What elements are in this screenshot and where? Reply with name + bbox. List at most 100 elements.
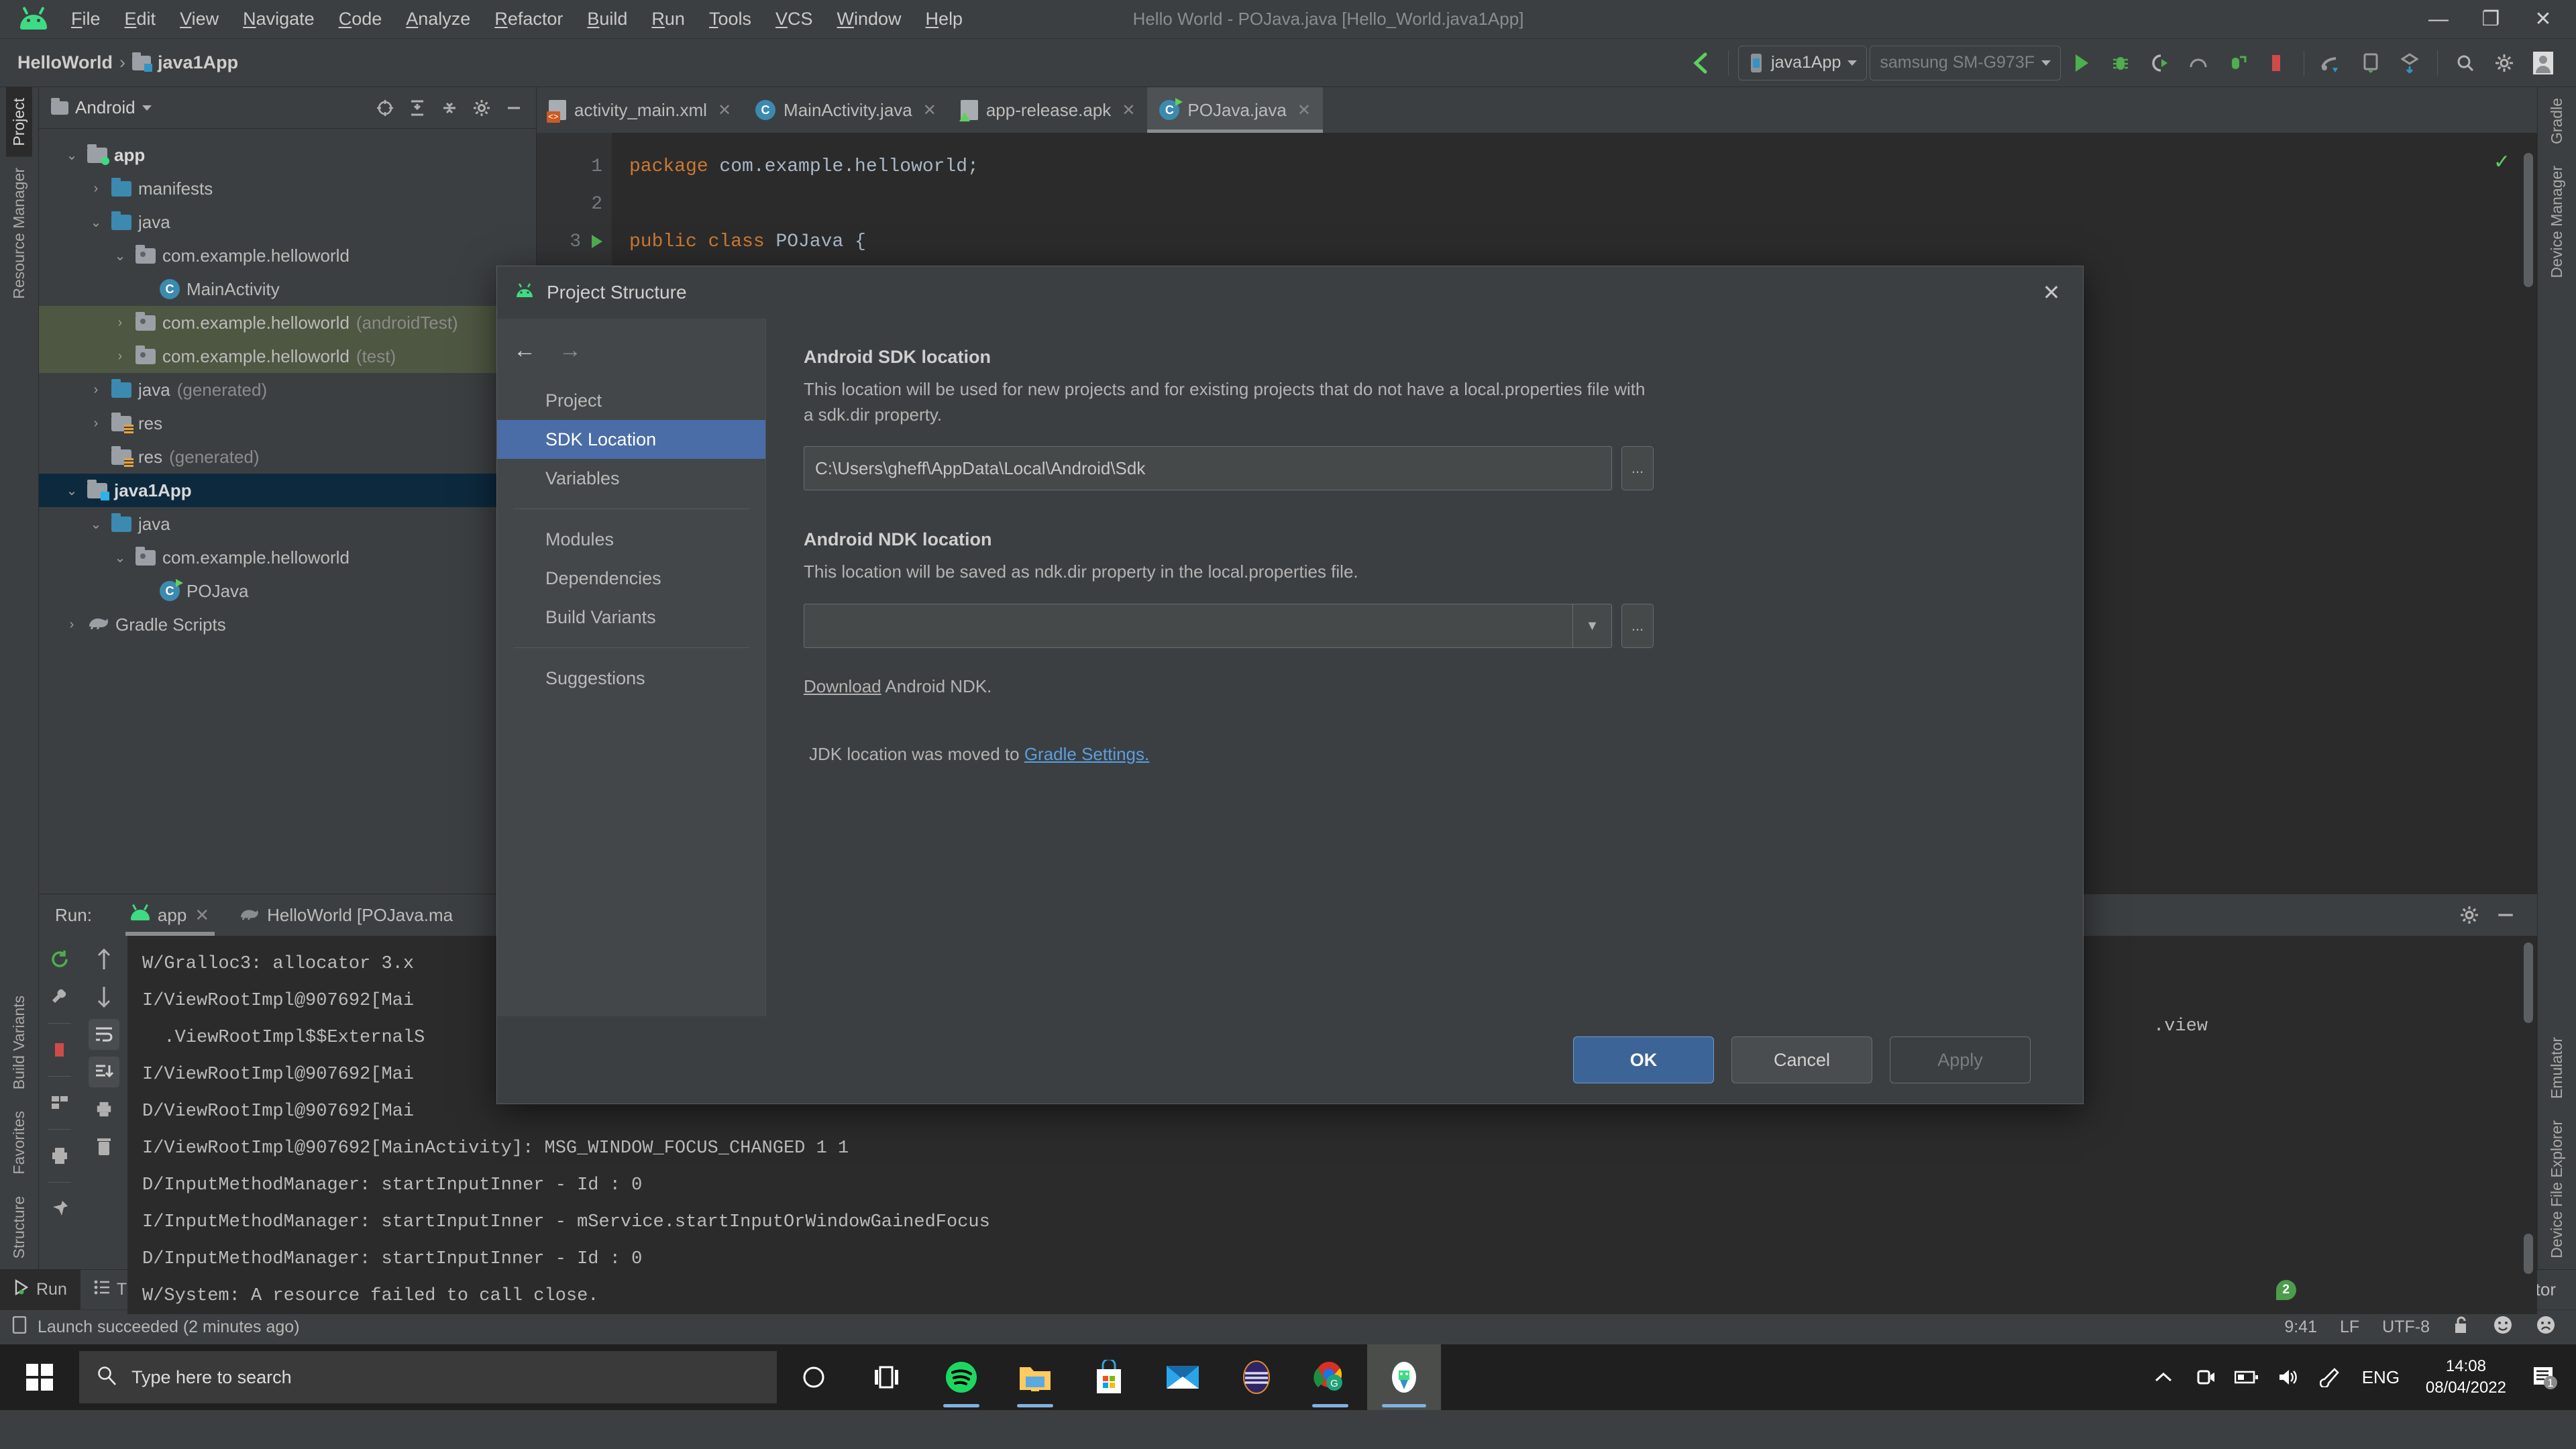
tree-node-gradle-scripts[interactable]: › Gradle Scripts: [39, 608, 536, 641]
settings-icon[interactable]: [2454, 900, 2485, 930]
editor-tab-pojava-java[interactable]: C POJava.java ✕: [1147, 87, 1323, 133]
run-tab-app[interactable]: app ✕: [116, 894, 224, 936]
print-icon[interactable]: [44, 1140, 75, 1171]
menu-item-help[interactable]: Help: [914, 5, 975, 34]
soft-wrap-icon[interactable]: [89, 1019, 119, 1050]
menu-item-view[interactable]: View: [168, 5, 231, 34]
tool-window-emulator[interactable]: Emulator: [2544, 1026, 2570, 1110]
run-tab-helloworld-pojava-ma[interactable]: HelloWorld [POJava.ma: [224, 894, 468, 936]
bottom-tab-run[interactable]: Run: [0, 1269, 80, 1310]
cortana-icon[interactable]: [777, 1344, 851, 1410]
chevron-right-icon[interactable]: ›: [63, 617, 80, 633]
pin-icon[interactable]: [44, 1193, 75, 1224]
webcam-icon[interactable]: [2184, 1344, 2226, 1410]
tool-window-structure[interactable]: Structure: [6, 1185, 32, 1269]
tree-node-com-example-helloworld[interactable]: › com.example.helloworld (androidTest): [39, 306, 536, 339]
editor-scrollbar[interactable]: [2524, 153, 2533, 287]
settings-icon[interactable]: [466, 93, 497, 123]
maximize-button[interactable]: ❐: [2465, 1, 2517, 38]
chevron-right-icon[interactable]: ›: [111, 349, 129, 364]
back-chevron-icon[interactable]: [1682, 45, 1719, 81]
volume-icon[interactable]: [2267, 1344, 2309, 1410]
chevron-down-icon[interactable]: ⌄: [87, 516, 105, 533]
menu-item-edit[interactable]: Edit: [113, 5, 168, 34]
editor-tab-mainactivity-java[interactable]: C MainActivity.java ✕: [743, 87, 949, 133]
run-icon[interactable]: [2063, 45, 2100, 81]
chevron-down-icon[interactable]: ⌄: [87, 214, 105, 231]
sync-gradle-icon[interactable]: [2314, 45, 2350, 81]
windows-start-icon[interactable]: [0, 1344, 79, 1410]
microsoft-store-icon[interactable]: [1072, 1344, 1146, 1410]
print-icon[interactable]: [89, 1094, 119, 1125]
chevron-down-icon[interactable]: ⌄: [63, 482, 80, 499]
taskbar-search-input[interactable]: Type here to search: [79, 1351, 777, 1403]
run-with-coverage-icon[interactable]: [2141, 45, 2178, 81]
tool-window-build-variants[interactable]: Build Variants: [6, 985, 32, 1100]
dialog-nav-suggestions[interactable]: Suggestions: [497, 659, 765, 698]
close-icon[interactable]: ✕: [923, 101, 936, 120]
tree-node-manifests[interactable]: › manifests: [39, 172, 536, 205]
file-encoding[interactable]: UTF-8: [2382, 1318, 2430, 1337]
menu-item-vcs[interactable]: VCS: [763, 5, 825, 34]
action-center-icon[interactable]: 1: [2521, 1344, 2569, 1410]
debug-icon[interactable]: [2102, 45, 2139, 81]
up-icon[interactable]: [89, 944, 119, 975]
user-account-icon[interactable]: [2525, 45, 2561, 81]
locate-icon[interactable]: [370, 93, 400, 123]
attach-debugger-icon[interactable]: [2219, 45, 2255, 81]
ok-button[interactable]: OK: [1573, 1036, 1714, 1083]
sdk-location-input[interactable]: C:\Users\gheff\AppData\Local\Android\Sdk: [804, 446, 1612, 491]
sdk-browse-button[interactable]: ...: [1621, 446, 1654, 491]
tool-window-device-file-explorer[interactable]: Device File Explorer: [2544, 1110, 2570, 1269]
dialog-nav-project[interactable]: Project: [497, 381, 765, 420]
tree-node-mainactivity[interactable]: ›CMainActivity: [39, 272, 536, 306]
line-separator[interactable]: LF: [2340, 1318, 2359, 1337]
menu-item-refactor[interactable]: Refactor: [482, 5, 575, 34]
close-button[interactable]: ✕: [2517, 1, 2569, 38]
gradle-settings-link[interactable]: Gradle Settings.: [1024, 744, 1149, 764]
sdk-manager-icon[interactable]: [2392, 45, 2428, 81]
tree-node-java[interactable]: ⌄ java: [39, 507, 536, 541]
editor-tab-app-release-apk[interactable]: app-release.apk ✕: [949, 87, 1148, 133]
menu-item-analyze[interactable]: Analyze: [394, 5, 482, 34]
android-studio-icon[interactable]: [1367, 1344, 1441, 1410]
pen-icon[interactable]: [2309, 1344, 2351, 1410]
chevron-down-icon[interactable]: ⌄: [63, 147, 80, 164]
breadcrumb-module[interactable]: java1App: [158, 52, 238, 73]
breadcrumb-project[interactable]: HelloWorld: [17, 52, 113, 73]
tree-node-res[interactable]: › res: [39, 407, 536, 440]
hide-icon[interactable]: [2490, 900, 2521, 930]
stop-icon[interactable]: [44, 1034, 75, 1065]
tool-window-favorites[interactable]: Favorites: [6, 1100, 32, 1185]
tree-node-java1app[interactable]: ⌄ java1App: [39, 474, 536, 507]
dialog-nav-variables[interactable]: Variables: [497, 459, 765, 498]
chevron-right-icon[interactable]: ›: [87, 181, 105, 197]
chevron-right-icon[interactable]: ›: [87, 416, 105, 431]
run-configuration-selector[interactable]: java1App: [1738, 45, 1868, 80]
settings-icon[interactable]: [2486, 45, 2522, 81]
spotify-icon[interactable]: [924, 1344, 998, 1410]
tree-node-com-example-helloworld[interactable]: › com.example.helloworld (test): [39, 339, 536, 373]
close-icon[interactable]: ✕: [195, 905, 209, 926]
download-ndk-link[interactable]: Download: [804, 676, 881, 696]
caret-position[interactable]: 9:41: [2284, 1318, 2317, 1337]
menu-item-window[interactable]: Window: [825, 5, 914, 34]
console-scrollbar-secondary[interactable]: [2524, 1234, 2533, 1274]
menu-item-navigate[interactable]: Navigate: [231, 5, 327, 34]
avd-manager-icon[interactable]: [2353, 45, 2389, 81]
menu-item-file[interactable]: File: [59, 5, 113, 34]
tree-node-app[interactable]: ⌄ app: [39, 138, 536, 172]
configure-icon[interactable]: [44, 981, 75, 1012]
tree-node-com-example-helloworld[interactable]: ⌄ com.example.helloworld: [39, 239, 536, 272]
chevron-down-icon[interactable]: ⌄: [111, 549, 129, 566]
chevron-down-icon[interactable]: ▼: [1572, 604, 1611, 648]
tree-node-res[interactable]: ›res (generated): [39, 440, 536, 474]
menu-item-run[interactable]: Run: [639, 5, 697, 34]
file-explorer-icon[interactable]: [998, 1344, 1072, 1410]
taskbar-clock[interactable]: 14:08 08/04/2022: [2411, 1356, 2521, 1399]
dialog-nav-dependencies[interactable]: Dependencies: [497, 559, 765, 598]
happy-face-icon[interactable]: [2493, 1315, 2513, 1340]
dialog-nav-modules[interactable]: Modules: [497, 520, 765, 559]
close-icon[interactable]: ✕: [718, 101, 731, 120]
collapse-all-icon[interactable]: [434, 93, 465, 123]
